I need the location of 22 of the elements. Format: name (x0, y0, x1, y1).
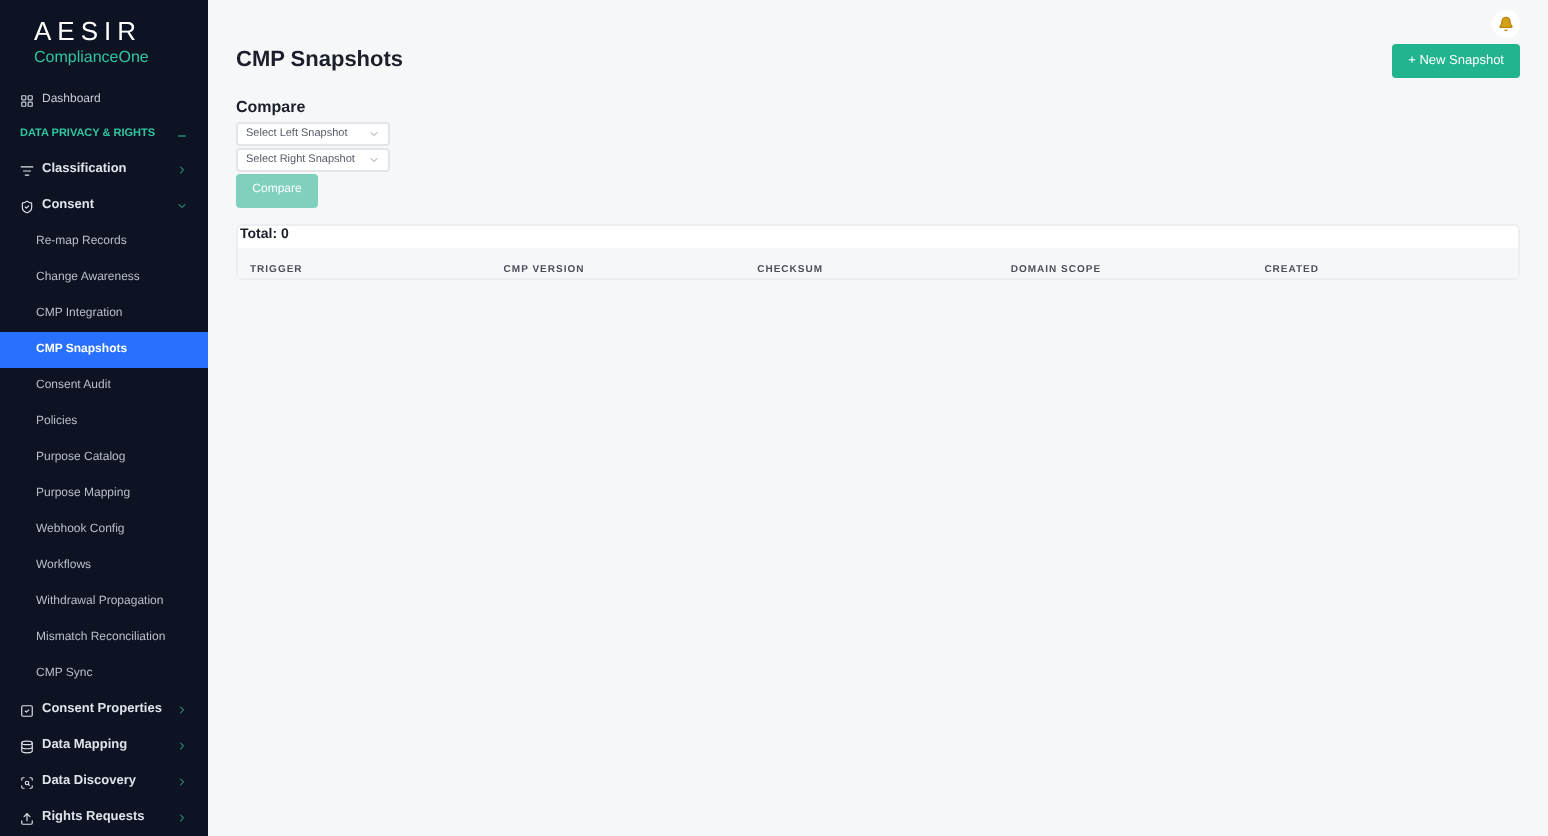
page-title: CMP Snapshots (236, 46, 404, 77)
brand-logo: AESIR (34, 16, 145, 48)
collapse-icon (176, 129, 188, 142)
upload-icon (20, 811, 34, 825)
search-icon (20, 775, 34, 789)
checkbox-icon (20, 703, 34, 717)
grid-icon (20, 94, 34, 109)
brand-subtitle: ComplianceOne (34, 48, 151, 68)
chevron-right-icon (176, 776, 188, 788)
shield-icon (20, 199, 34, 213)
chevron-right-icon (176, 704, 188, 716)
chevron-down-icon (368, 128, 380, 140)
chevron-right-icon (176, 164, 188, 176)
chevron-right-icon (176, 740, 188, 752)
chevron-right-icon (176, 812, 188, 824)
notification-button[interactable] (1492, 10, 1520, 38)
list-icon (20, 163, 34, 177)
chevron-down-icon (368, 154, 380, 166)
chevron-down-icon (176, 200, 188, 212)
bell-icon (1498, 16, 1514, 32)
compare-heading: Compare (236, 96, 306, 120)
database-icon (20, 739, 34, 753)
